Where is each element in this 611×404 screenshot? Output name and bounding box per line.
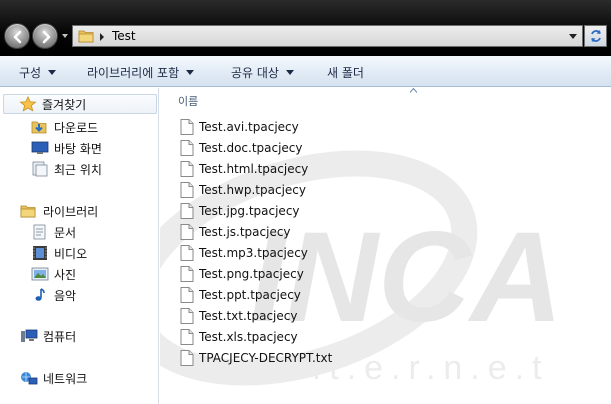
file-name: TPACJECY-DECRYPT.txt bbox=[199, 350, 333, 365]
refresh-button[interactable] bbox=[584, 25, 607, 47]
share-menu[interactable]: 공유 대상 bbox=[231, 64, 294, 81]
file-icon bbox=[180, 307, 194, 324]
download-folder-icon bbox=[31, 119, 49, 135]
file-name: Test.ppt.tpacjecy bbox=[199, 287, 301, 302]
nav-item-computer[interactable]: 컴퓨터 bbox=[20, 326, 76, 346]
nav-item-documents[interactable]: 문서 bbox=[31, 222, 76, 242]
file-name: Test.js.tpacjecy bbox=[199, 224, 291, 239]
nav-item-favorites[interactable]: 즐겨찾기 bbox=[3, 94, 157, 114]
file-name: Test.avi.tpacjecy bbox=[199, 119, 299, 134]
file-list-pane[interactable]: INCA I.n.t.e.r.n.e.t 이름 Test.avi.tpacjec… bbox=[160, 88, 611, 404]
file-icon bbox=[180, 349, 194, 366]
nav-item-pictures[interactable]: 사진 bbox=[31, 264, 76, 284]
refresh-icon bbox=[591, 30, 601, 42]
file-icon bbox=[180, 244, 194, 261]
file-row[interactable]: Test.jpg.tpacjecy bbox=[180, 200, 332, 221]
new-folder-button[interactable]: 새 폴더 bbox=[327, 64, 364, 81]
desktop-icon bbox=[31, 140, 49, 156]
network-icon bbox=[20, 370, 38, 386]
nav-label: 즐겨찾기 bbox=[42, 97, 87, 112]
nav-label: 컴퓨터 bbox=[43, 329, 77, 344]
file-name: Test.html.tpacjecy bbox=[199, 161, 309, 176]
address-bar[interactable]: Test bbox=[72, 25, 583, 47]
file-name: Test.mp3.tpacjecy bbox=[199, 245, 308, 260]
arrow-right-icon bbox=[42, 30, 51, 44]
share-label: 공유 대상 bbox=[231, 66, 279, 80]
file-icon bbox=[180, 202, 194, 219]
nav-item-music[interactable]: 음악 bbox=[31, 285, 76, 305]
file-row[interactable]: Test.html.tpacjecy bbox=[180, 158, 332, 179]
file-row[interactable]: Test.mp3.tpacjecy bbox=[180, 242, 332, 263]
file-list: Test.avi.tpacjecy Test.doc.tpacjecy Test… bbox=[180, 116, 332, 368]
navigation-pane: 즐겨찾기 다운로드 바탕 화면 최근 위치 라이브러리 문서 비디오 사진 음악… bbox=[0, 88, 159, 404]
nav-label: 최근 위치 bbox=[54, 162, 102, 177]
file-row[interactable]: TPACJECY-DECRYPT.txt bbox=[180, 347, 332, 368]
nav-item-downloads[interactable]: 다운로드 bbox=[31, 117, 98, 137]
new-folder-label: 새 폴더 bbox=[327, 66, 364, 80]
chevron-down-icon bbox=[285, 70, 294, 75]
file-name: Test.doc.tpacjecy bbox=[199, 140, 303, 155]
library-icon bbox=[20, 203, 38, 219]
forward-button[interactable] bbox=[32, 23, 58, 49]
nav-label: 음악 bbox=[54, 288, 77, 303]
address-dropdown-icon[interactable] bbox=[569, 34, 577, 40]
title-bar: Test bbox=[0, 0, 611, 56]
arrow-left-icon bbox=[13, 30, 22, 44]
folder-icon bbox=[78, 30, 94, 43]
chevron-down-icon bbox=[186, 70, 195, 75]
file-row[interactable]: Test.ppt.tpacjecy bbox=[180, 284, 332, 305]
file-row[interactable]: Test.avi.tpacjecy bbox=[180, 116, 332, 137]
sort-ascending-icon bbox=[410, 88, 417, 93]
file-icon bbox=[180, 139, 194, 156]
chevron-down-icon bbox=[48, 70, 57, 75]
recent-pages-dropdown-icon[interactable] bbox=[61, 32, 69, 40]
file-icon bbox=[180, 328, 194, 345]
file-name: Test.xls.tpacjecy bbox=[199, 329, 298, 344]
back-button[interactable] bbox=[4, 23, 30, 49]
file-row[interactable]: Test.hwp.tpacjecy bbox=[180, 179, 332, 200]
nav-item-videos[interactable]: 비디오 bbox=[31, 243, 87, 263]
organize-menu[interactable]: 구성 bbox=[19, 64, 57, 81]
nav-label: 문서 bbox=[54, 225, 77, 240]
nav-item-network[interactable]: 네트워크 bbox=[20, 368, 87, 388]
computer-icon bbox=[20, 328, 38, 344]
nav-label: 라이브러리 bbox=[43, 204, 99, 219]
file-row[interactable]: Test.txt.tpacjecy bbox=[180, 305, 332, 326]
nav-label: 바탕 화면 bbox=[54, 141, 102, 156]
file-icon bbox=[180, 181, 194, 198]
nav-item-desktop[interactable]: 바탕 화면 bbox=[31, 138, 102, 158]
nav-label: 비디오 bbox=[54, 246, 88, 261]
film-icon bbox=[31, 245, 49, 261]
file-name: Test.jpg.tpacjecy bbox=[199, 203, 300, 218]
nav-label: 네트워크 bbox=[43, 371, 88, 386]
picture-icon bbox=[31, 266, 49, 282]
breadcrumb-separator-icon[interactable] bbox=[98, 32, 106, 42]
file-row[interactable]: Test.js.tpacjecy bbox=[180, 221, 332, 242]
nav-label: 다운로드 bbox=[54, 120, 99, 135]
file-row[interactable]: Test.xls.tpacjecy bbox=[180, 326, 332, 347]
music-note-icon bbox=[31, 287, 49, 303]
file-name: Test.hwp.tpacjecy bbox=[199, 182, 306, 197]
column-header-name[interactable]: 이름 bbox=[178, 93, 198, 109]
file-icon bbox=[180, 265, 194, 282]
nav-item-libraries[interactable]: 라이브러리 bbox=[20, 201, 98, 221]
include-library-menu[interactable]: 라이브러리에 포함 bbox=[87, 64, 195, 81]
recent-places-icon bbox=[31, 161, 49, 177]
file-row[interactable]: Test.doc.tpacjecy bbox=[180, 137, 332, 158]
include-library-label: 라이브러리에 포함 bbox=[87, 66, 180, 80]
file-name: Test.png.tpacjecy bbox=[199, 266, 304, 281]
file-icon bbox=[180, 118, 194, 135]
documents-icon bbox=[31, 224, 49, 240]
file-icon bbox=[180, 286, 194, 303]
file-name: Test.txt.tpacjecy bbox=[199, 308, 298, 323]
nav-item-recent-places[interactable]: 최근 위치 bbox=[31, 159, 102, 179]
organize-label: 구성 bbox=[19, 66, 42, 80]
nav-label: 사진 bbox=[54, 267, 77, 282]
file-icon bbox=[180, 223, 194, 240]
star-icon bbox=[19, 96, 37, 112]
file-row[interactable]: Test.png.tpacjecy bbox=[180, 263, 332, 284]
breadcrumb-test[interactable]: Test bbox=[112, 29, 136, 43]
file-icon bbox=[180, 160, 194, 177]
command-bar: 구성 라이브러리에 포함 공유 대상 새 폴더 bbox=[0, 56, 611, 87]
